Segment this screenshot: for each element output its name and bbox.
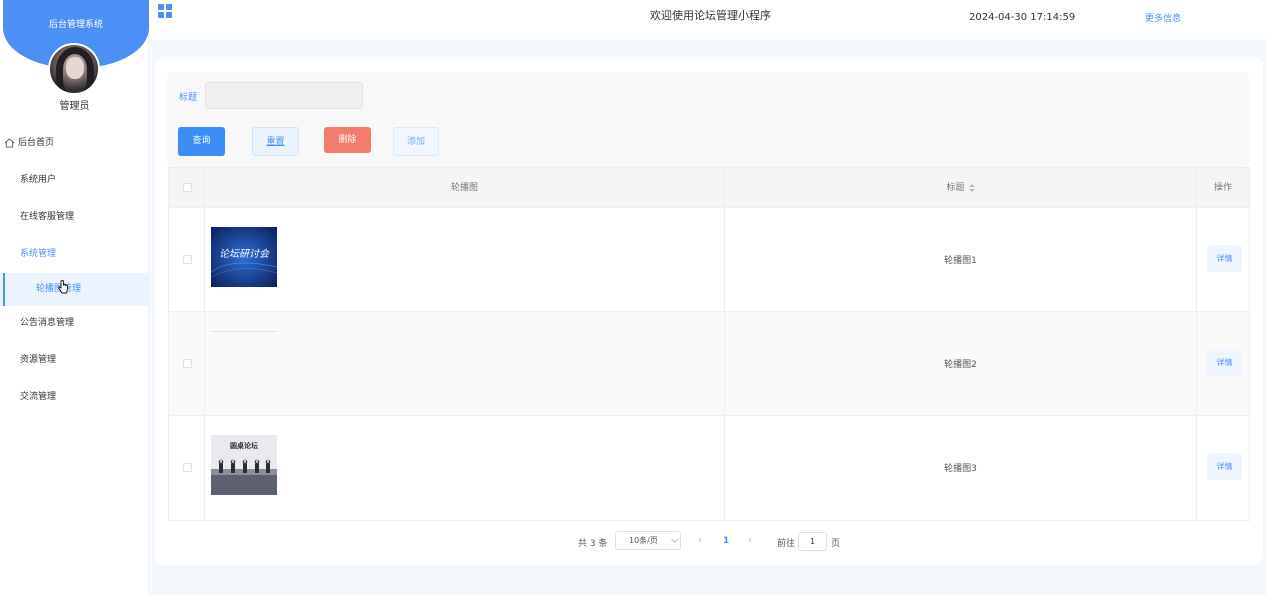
sidebar-item-announcements[interactable]: 公告消息管理	[0, 310, 149, 347]
sidebar-item-online-service[interactable]: 在线客服管理	[0, 204, 149, 241]
row-title: 轮播图3	[944, 464, 977, 474]
active-indicator	[3, 273, 5, 306]
row-checkbox[interactable]	[183, 359, 192, 368]
grid-menu-icon[interactable]	[158, 4, 172, 18]
sidebar-item-label: 资源管理	[20, 355, 57, 365]
sidebar: 后台管理系统 管理员 后台首页 系统用户 在线客服管理 系统管理 轮播图管理 公…	[0, 0, 149, 595]
detail-button[interactable]: 详情	[1207, 245, 1242, 272]
select-all-checkbox[interactable]	[183, 183, 192, 192]
goto-page-input[interactable]: 1	[798, 532, 827, 551]
sidebar-item-label: 在线客服管理	[20, 212, 75, 222]
chevron-down-icon	[671, 535, 679, 543]
table-row: 轮播图2 详情	[169, 312, 1249, 416]
welcome-text: 欢迎使用论坛管理小程序	[650, 9, 771, 22]
row-check-cell	[169, 208, 205, 311]
sidebar-subitem-carousel[interactable]: 轮播图管理	[0, 273, 149, 306]
sidebar-item-system-users[interactable]: 系统用户	[0, 167, 149, 204]
user-role: 管理员	[59, 101, 90, 112]
carousel-thumbnail-2-empty	[211, 331, 277, 332]
sidebar-item-system-management[interactable]: 系统管理	[0, 241, 149, 273]
title-cell: 轮播图2	[725, 312, 1197, 415]
avatar-face	[66, 57, 84, 79]
header-check-cell	[169, 168, 205, 207]
topbar: 欢迎使用论坛管理小程序 2024-04-30 17:14:59 更多信息	[149, 0, 1266, 40]
add-button[interactable]: 添加	[393, 127, 439, 156]
page-size-select[interactable]: 10条/页	[615, 531, 681, 550]
column-header-image: 轮播图	[205, 168, 725, 207]
image-cell: 圆桌论坛	[205, 416, 725, 520]
sidebar-item-label: 公告消息管理	[20, 318, 75, 328]
detail-button[interactable]: 详情	[1207, 349, 1242, 376]
row-checkbox[interactable]	[183, 255, 192, 264]
hand-cursor-icon	[58, 280, 68, 294]
column-header-title-label: 标题	[946, 183, 965, 193]
goto-label: 前往	[777, 539, 796, 549]
next-page-button[interactable]: ›	[748, 535, 752, 546]
row-check-cell	[169, 416, 205, 520]
system-title: 后台管理系统	[48, 20, 103, 30]
table-row: 圆桌论坛 轮播图3 详情	[169, 416, 1249, 520]
main-panel: 标题 查询 重置 删除 添加 轮播图 标题 操作 论坛研讨会 轮播图1 详情 轮…	[155, 58, 1263, 565]
sort-icon[interactable]	[968, 183, 975, 192]
title-filter-label: 标题	[179, 93, 198, 103]
sidebar-item-label: 交流管理	[20, 392, 57, 402]
search-button[interactable]: 查询	[178, 127, 225, 156]
sidebar-item-label: 后台首页	[18, 138, 55, 148]
action-cell: 详情	[1197, 208, 1249, 311]
pagination: 共 3 条 10条/页 ‹ 1 › 前往 1 页	[155, 531, 1263, 551]
home-icon	[4, 138, 15, 148]
column-header-title[interactable]: 标题	[725, 168, 1197, 207]
sidebar-item-exchange[interactable]: 交流管理	[0, 384, 149, 421]
carousel-table: 轮播图 标题 操作 论坛研讨会 轮播图1 详情 轮播图2 详情 圆桌论坛 轮播图…	[168, 167, 1250, 521]
sidebar-menu: 后台首页 系统用户 在线客服管理 系统管理 轮播图管理 公告消息管理 资源管理 …	[0, 130, 149, 421]
thumbnail-text: 论坛研讨会	[219, 248, 270, 260]
page-size-value: 10条/页	[629, 536, 658, 545]
image-cell	[205, 312, 725, 415]
title-cell: 轮播图1	[725, 208, 1197, 311]
row-checkbox[interactable]	[183, 463, 192, 472]
image-cell: 论坛研讨会	[205, 208, 725, 311]
prev-page-button[interactable]: ‹	[698, 535, 702, 546]
sidebar-item-label: 系统用户	[20, 175, 57, 185]
action-cell: 详情	[1197, 312, 1249, 415]
datetime: 2024-04-30 17:14:59	[969, 12, 1076, 23]
filter-bar: 标题 查询 重置 删除 添加	[167, 72, 1249, 167]
row-title: 轮播图2	[944, 360, 977, 370]
thumbnail-text: 圆桌论坛	[230, 441, 258, 450]
page-suffix-label: 页	[831, 539, 841, 549]
carousel-thumbnail-3: 圆桌论坛	[211, 435, 277, 495]
table-header: 轮播图 标题 操作	[169, 168, 1249, 208]
pagination-total: 共 3 条	[578, 539, 608, 549]
column-header-actions: 操作	[1213, 183, 1232, 193]
reset-button[interactable]: 重置	[252, 127, 299, 156]
row-title: 轮播图1	[944, 256, 977, 266]
page-number-current[interactable]: 1	[723, 536, 729, 546]
detail-button[interactable]: 详情	[1207, 453, 1242, 480]
title-filter-input[interactable]	[205, 82, 363, 109]
more-info-link[interactable]: 更多信息	[1145, 11, 1181, 24]
avatar[interactable]	[48, 43, 100, 95]
title-cell: 轮播图3	[725, 416, 1197, 520]
table-row: 论坛研讨会 轮播图1 详情	[169, 208, 1249, 312]
delete-button[interactable]: 删除	[324, 127, 371, 153]
sidebar-item-label: 系统管理	[20, 249, 57, 259]
sidebar-item-home[interactable]: 后台首页	[0, 130, 149, 167]
row-check-cell	[169, 312, 205, 415]
action-cell: 详情	[1197, 416, 1249, 520]
sidebar-item-resources[interactable]: 资源管理	[0, 347, 149, 384]
carousel-thumbnail-1: 论坛研讨会	[211, 227, 277, 287]
